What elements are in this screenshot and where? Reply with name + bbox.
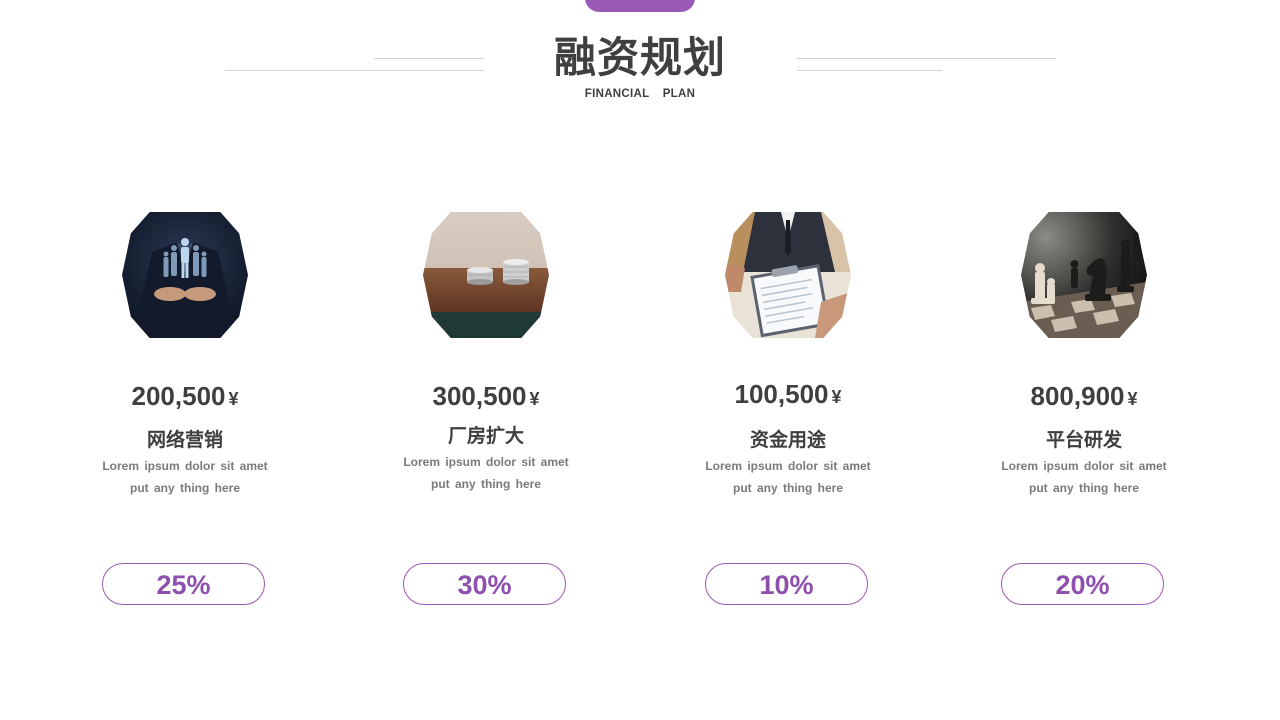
plan-card-platform-development: 800,900 ¥ 平台研发 Lorem ipsum dolor sit amet… [984,0,1184,720]
business-team-hands-photo [122,212,248,338]
currency-symbol: ¥ [529,389,540,409]
plan-card-fund-usage: 100,500 ¥ 资金用途 Lorem ipsum dolor sit amet… [688,0,888,720]
coin-stacks-photo [423,212,549,338]
description-line: Lorem ipsum dolor sit amet [705,459,871,473]
amount-row: 200,500 ¥ [85,381,285,412]
description-line: put any thing here [732,481,843,495]
percent-badge: 10% [705,563,868,605]
description-line: put any thing here [1028,481,1139,495]
card-description: Lorem ipsum dolor sit amet put any thing… [688,455,888,499]
percent-badge: 25% [102,563,265,605]
card-title: 厂房扩大 [447,426,524,447]
card-title: 平台研发 [1045,430,1122,451]
card-description: Lorem ipsum dolor sit amet put any thing… [85,455,285,499]
currency-symbol: ¥ [1127,389,1138,409]
amount-value: 300,500 [432,381,527,411]
amount-row: 100,500 ¥ [688,379,888,410]
currency-symbol: ¥ [228,389,239,409]
plan-card-factory-expansion: 300,500 ¥ 厂房扩大 Lorem ipsum dolor sit amet… [386,0,586,720]
resume-clipboard-photo [725,212,851,338]
description-line: Lorem ipsum dolor sit amet [403,455,569,469]
card-title: 网络营销 [146,430,223,451]
description-line: Lorem ipsum dolor sit amet [102,459,268,473]
card-description: Lorem ipsum dolor sit amet put any thing… [984,455,1184,499]
card-title: 资金用途 [749,430,826,451]
amount-value: 100,500 [734,379,829,409]
top-accent-tab [585,0,695,12]
card-description: Lorem ipsum dolor sit amet put any thing… [386,451,586,495]
description-line: put any thing here [129,481,240,495]
percent-badge: 30% [403,563,566,605]
currency-symbol: ¥ [831,387,842,407]
amount-value: 200,500 [131,381,226,411]
percent-badge: 20% [1001,563,1164,605]
description-line: Lorem ipsum dolor sit amet [1001,459,1167,473]
amount-row: 800,900 ¥ [984,381,1184,412]
chess-pieces-photo [1021,212,1147,338]
amount-row: 300,500 ¥ [386,381,586,412]
description-line: put any thing here [430,477,541,491]
amount-value: 800,900 [1030,381,1125,411]
plan-card-marketing: 200,500 ¥ 网络营销 Lorem ipsum dolor sit amet… [85,0,285,720]
